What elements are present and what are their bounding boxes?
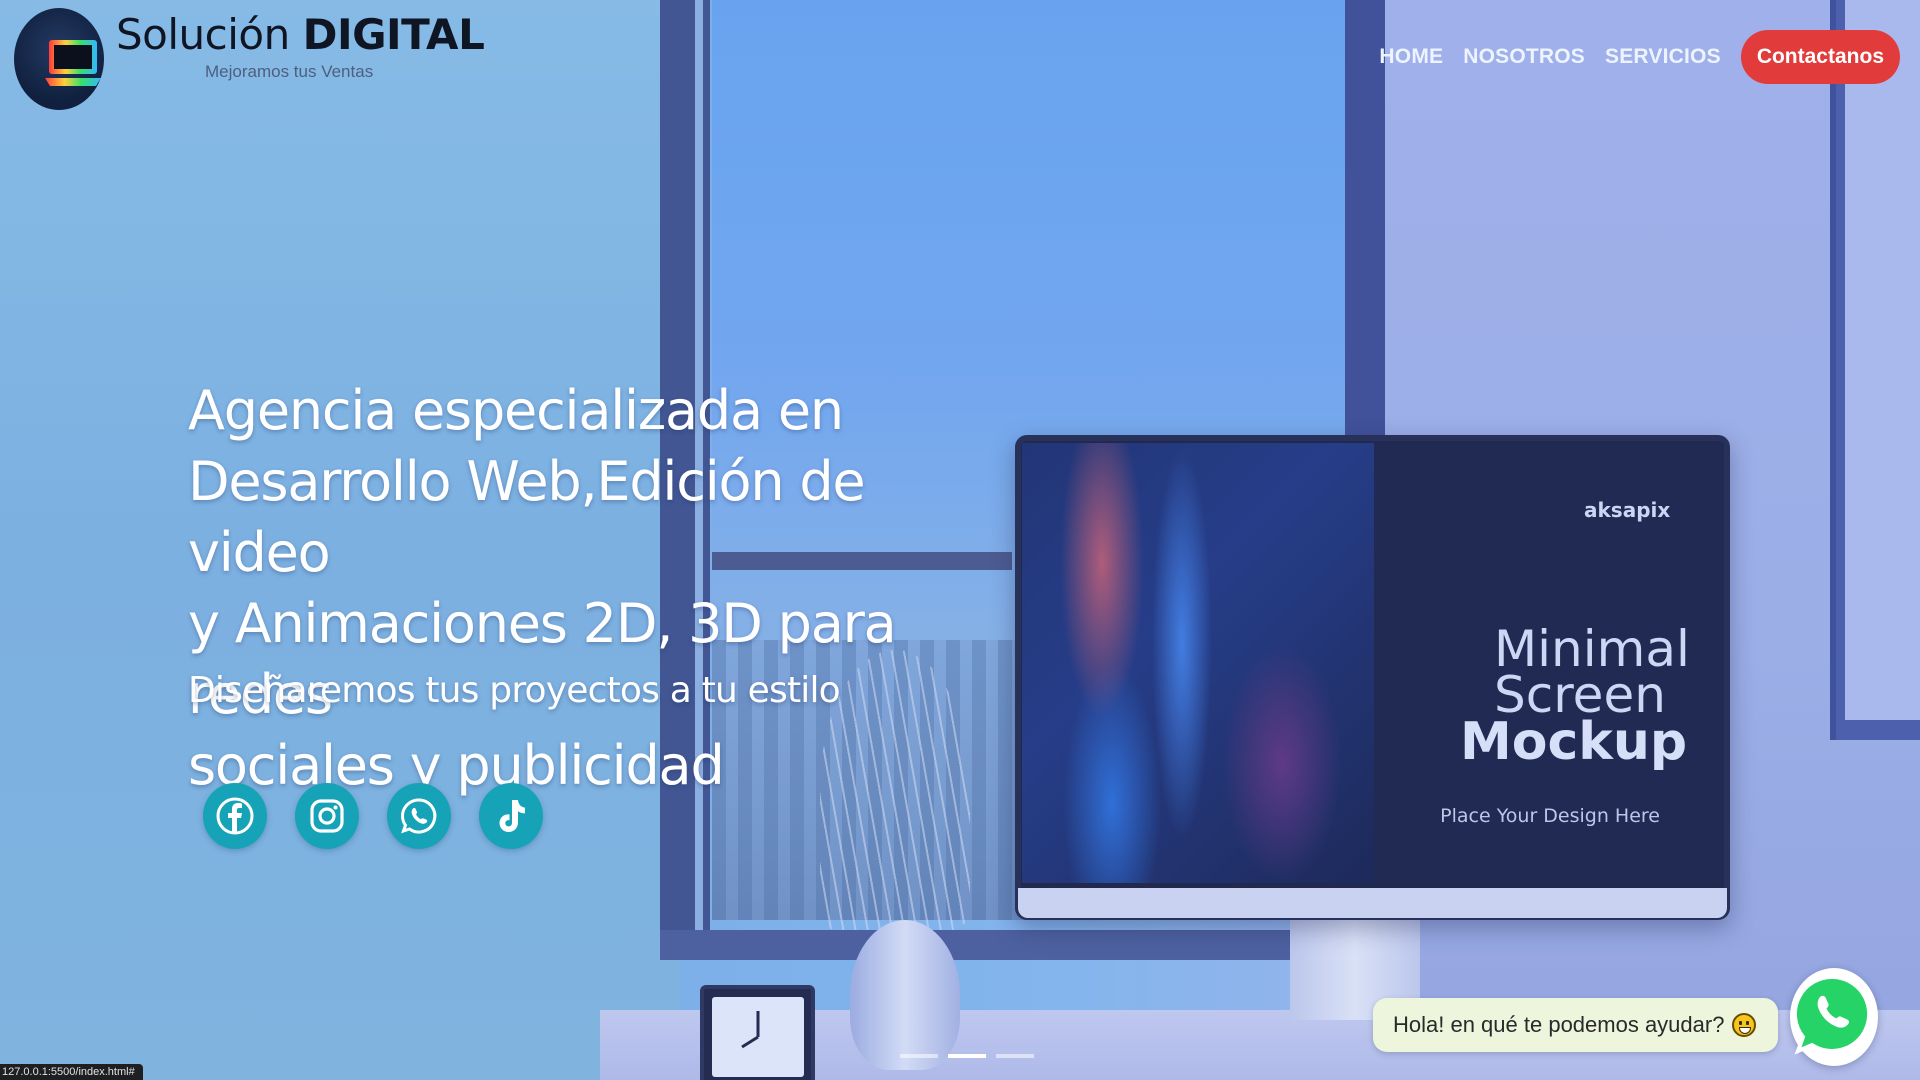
hero-subtitle: Diseñaremos tus proyectos a tu estilo bbox=[188, 670, 841, 711]
main-nav: HOME NOSOTROS SERVICIOS Contactanos bbox=[1369, 30, 1900, 84]
whatsapp-button[interactable] bbox=[387, 783, 451, 849]
status-bar-url: 127.0.0.1:5500/index.html# bbox=[0, 1064, 143, 1080]
facebook-icon bbox=[216, 797, 254, 835]
logo-badge[interactable] bbox=[14, 8, 104, 110]
brand-name-light: Solución bbox=[116, 10, 303, 59]
tiktok-button[interactable] bbox=[479, 783, 543, 849]
chat-message: Hola! en qué te podemos ayudar? bbox=[1393, 1012, 1725, 1037]
hero-title-line: Desarrollo Web,Edición de video bbox=[188, 450, 866, 584]
hero-title: Agencia especializada en Desarrollo Web,… bbox=[188, 375, 968, 801]
nav-home[interactable]: HOME bbox=[1369, 45, 1453, 69]
social-links bbox=[203, 783, 543, 849]
nav-servicios[interactable]: SERVICIOS bbox=[1595, 45, 1731, 69]
brand-tagline: Mejoramos tus Ventas bbox=[205, 62, 374, 81]
brand-name[interactable]: Solución DIGITAL bbox=[116, 10, 485, 59]
smiley-emoji-icon bbox=[1732, 1013, 1757, 1037]
whatsapp-icon bbox=[1792, 974, 1872, 1055]
instagram-button[interactable] bbox=[295, 783, 359, 849]
facebook-button[interactable] bbox=[203, 783, 267, 849]
whatsapp-chat-button[interactable] bbox=[1790, 968, 1878, 1066]
carousel-indicator[interactable] bbox=[996, 1054, 1034, 1058]
carousel-indicator[interactable] bbox=[900, 1054, 938, 1058]
hero-title-line: Agencia especializada en bbox=[188, 379, 844, 442]
laptop-icon bbox=[45, 40, 101, 86]
tiktok-icon bbox=[499, 800, 525, 832]
instagram-icon bbox=[310, 799, 344, 833]
brand-name-bold: DIGITAL bbox=[302, 10, 485, 59]
whatsapp-icon bbox=[401, 798, 437, 834]
nav-nosotros[interactable]: NOSOTROS bbox=[1453, 45, 1595, 69]
chat-bubble[interactable]: Hola! en qué te podemos ayudar? bbox=[1373, 998, 1778, 1052]
carousel-indicators bbox=[900, 1054, 1034, 1058]
contact-button[interactable]: Contactanos bbox=[1740, 30, 1900, 84]
carousel-indicator-active[interactable] bbox=[948, 1054, 986, 1058]
